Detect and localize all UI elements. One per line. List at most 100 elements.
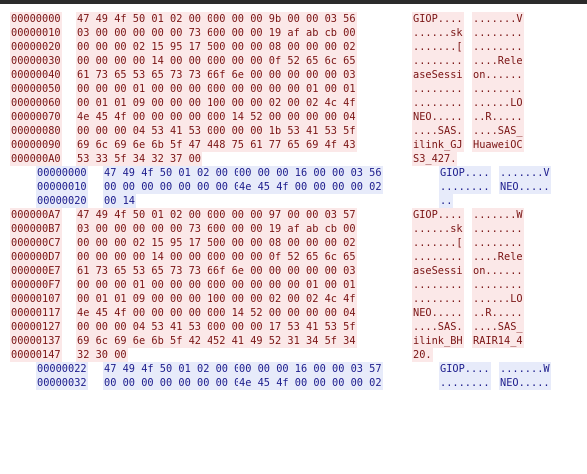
row-offset: 000000F7 bbox=[10, 278, 62, 292]
row-offset: 000000D7 bbox=[10, 250, 62, 264]
row-hex-bytes-1: 00 00 00 02 15 95 17 5b bbox=[76, 40, 221, 54]
row-hex-bytes-2: 4e 45 4f 00 00 00 00 02 bbox=[238, 180, 383, 194]
tcp-stream-hex-dump[interactable]: 00000000 47 49 4f 50 01 02 00 00 00 00 0… bbox=[0, 12, 587, 390]
row-hex-bytes-1: 53 33 5f 34 32 37 00 bbox=[76, 152, 202, 166]
server-stream-row[interactable]: 00000022 47 49 4f 50 01 02 00 01 00 00 0… bbox=[0, 362, 587, 376]
row-offset: 00000010 bbox=[36, 180, 88, 194]
row-offset: 00000127 bbox=[10, 320, 62, 334]
row-ascii-2: .......V bbox=[472, 12, 524, 26]
row-hex-bytes-2: 00 00 00 97 00 00 03 57 bbox=[212, 208, 357, 222]
row-ascii-1: NEO..... bbox=[412, 110, 464, 124]
row-ascii-2: ........ bbox=[472, 236, 524, 250]
row-ascii-1: ....SAS. bbox=[412, 124, 464, 138]
client-stream-row[interactable]: 00000080 00 00 00 04 53 41 53 00 00 00 0… bbox=[0, 124, 587, 138]
client-stream-row[interactable]: 00000117 4e 45 4f 00 00 00 00 02 00 14 5… bbox=[0, 306, 587, 320]
row-ascii-1: GIOP.... bbox=[412, 208, 464, 222]
row-ascii-2: ......LO bbox=[472, 96, 524, 110]
row-offset: 00000090 bbox=[10, 138, 62, 152]
row-hex-bytes-2: 00 00 00 1b 53 41 53 5f bbox=[212, 124, 357, 138]
row-offset: 00000080 bbox=[10, 124, 62, 138]
row-offset: 000000A0 bbox=[10, 152, 62, 166]
row-ascii-1: ........ bbox=[412, 82, 464, 96]
row-ascii-2: ......LO bbox=[472, 292, 524, 306]
client-stream-row[interactable]: 000000E7 61 73 65 53 65 73 73 69 6f 6e 0… bbox=[0, 264, 587, 278]
client-stream-row[interactable]: 000000F7 00 00 00 01 00 00 00 0c 00 00 0… bbox=[0, 278, 587, 292]
row-hex-bytes-2: 52 41 49 52 31 34 5f 34 bbox=[212, 334, 357, 348]
row-ascii-2: HuaweiOC bbox=[472, 138, 524, 152]
row-ascii-2: NEO..... bbox=[499, 180, 551, 194]
row-offset: 00000040 bbox=[10, 68, 62, 82]
row-ascii-2: on...... bbox=[472, 68, 524, 82]
client-stream-row[interactable]: 00000070 4e 45 4f 00 00 00 00 02 00 14 5… bbox=[0, 110, 587, 124]
row-offset: 000000A7 bbox=[10, 208, 62, 222]
row-hex-bytes-2: 00 00 00 19 af ab cb 00 bbox=[212, 26, 357, 40]
row-hex-bytes-1: 00 01 01 09 00 00 00 11 bbox=[76, 292, 221, 306]
row-offset: 00000010 bbox=[10, 26, 62, 40]
row-ascii-1: GIOP.... bbox=[412, 12, 464, 26]
row-ascii-2: ..R..... bbox=[472, 110, 524, 124]
client-stream-row[interactable]: 000000D7 00 00 00 00 14 00 00 04 00 00 0… bbox=[0, 250, 587, 264]
row-ascii-2: .......V bbox=[499, 166, 551, 180]
row-hex-bytes-2: 00 00 00 9b 00 00 03 56 bbox=[212, 12, 357, 26]
row-offset: 00000030 bbox=[10, 54, 62, 68]
row-offset: 00000147 bbox=[10, 348, 62, 362]
row-hex-bytes-1: 47 49 4f 50 01 02 00 01 bbox=[103, 362, 248, 376]
row-offset: 00000000 bbox=[36, 166, 88, 180]
client-stream-row[interactable]: 00000137 69 6c 69 6e 6b 5f 42 48 52 41 4… bbox=[0, 334, 587, 348]
row-hex-bytes-2: 00 00 00 02 00 02 4c 4f bbox=[212, 292, 357, 306]
row-ascii-1: ........ bbox=[439, 180, 491, 194]
client-stream-row[interactable]: 000000C7 00 00 00 02 15 95 17 5b 00 00 0… bbox=[0, 236, 587, 250]
client-stream-row[interactable]: 00000060 00 01 01 09 00 00 00 11 00 00 0… bbox=[0, 96, 587, 110]
client-stream-row[interactable]: 000000B7 03 00 00 00 00 00 73 6b 00 00 0… bbox=[0, 222, 587, 236]
row-hex-bytes-1: 4e 45 4f 00 00 00 00 02 bbox=[76, 110, 221, 124]
row-offset: 00000020 bbox=[36, 194, 88, 208]
server-stream-row[interactable]: 00000020 00 14 .. bbox=[0, 194, 587, 208]
row-ascii-2: ........ bbox=[472, 278, 524, 292]
row-ascii-1: ........ bbox=[412, 250, 464, 264]
server-stream-row[interactable]: 00000010 00 00 00 00 00 00 00 01 4e 45 4… bbox=[0, 180, 587, 194]
row-ascii-2: ........ bbox=[472, 222, 524, 236]
row-hex-bytes-1: 00 14 bbox=[103, 194, 136, 208]
row-hex-bytes-1: 03 00 00 00 00 00 73 6b bbox=[76, 222, 221, 236]
row-ascii-1: GIOP.... bbox=[439, 362, 491, 376]
row-ascii-2: RAIR14_4 bbox=[472, 334, 524, 348]
row-offset: 00000000 bbox=[10, 12, 62, 26]
row-ascii-1: GIOP.... bbox=[439, 166, 491, 180]
row-ascii-2: ........ bbox=[472, 40, 524, 54]
row-hex-bytes-2: 00 00 00 16 00 00 03 57 bbox=[238, 362, 383, 376]
client-stream-row[interactable]: 00000000 47 49 4f 50 01 02 00 00 00 00 0… bbox=[0, 12, 587, 26]
row-hex-bytes-1: 69 6c 69 6e 6b 5f 47 4a bbox=[76, 138, 221, 152]
client-stream-row[interactable]: 00000050 00 00 00 01 00 00 00 0c 00 00 0… bbox=[0, 82, 587, 96]
client-stream-row[interactable]: 00000040 61 73 65 53 65 73 73 69 6f 6e 0… bbox=[0, 68, 587, 82]
row-hex-bytes-2: 00 00 00 02 00 02 4c 4f bbox=[212, 96, 357, 110]
row-ascii-1: aseSessi bbox=[412, 264, 464, 278]
client-stream-row[interactable]: 00000020 00 00 00 02 15 95 17 5b 00 00 0… bbox=[0, 40, 587, 54]
row-ascii-1: ilink_GJ bbox=[412, 138, 464, 152]
row-hex-bytes-2: 00 00 00 19 af ab cb 00 bbox=[212, 222, 357, 236]
client-stream-row[interactable]: 00000127 00 00 00 04 53 41 53 00 00 00 0… bbox=[0, 320, 587, 334]
row-ascii-2: ..R..... bbox=[472, 306, 524, 320]
server-stream-row[interactable]: 00000032 00 00 00 00 00 00 00 01 4e 45 4… bbox=[0, 376, 587, 390]
client-stream-row[interactable]: 000000A7 47 49 4f 50 01 02 00 00 00 00 0… bbox=[0, 208, 587, 222]
client-stream-row[interactable]: 000000A0 53 33 5f 34 32 37 00 S3_427. bbox=[0, 152, 587, 166]
row-hex-bytes-1: 61 73 65 53 65 73 73 69 bbox=[76, 264, 221, 278]
row-ascii-1: ........ bbox=[412, 54, 464, 68]
row-offset: 00000020 bbox=[10, 40, 62, 54]
client-stream-row[interactable]: 00000107 00 01 01 09 00 00 00 11 00 00 0… bbox=[0, 292, 587, 306]
row-hex-bytes-1: 32 30 00 bbox=[76, 348, 128, 362]
row-ascii-1: ........ bbox=[412, 292, 464, 306]
row-offset: 00000070 bbox=[10, 110, 62, 124]
client-stream-row[interactable]: 00000010 03 00 00 00 00 00 73 6b 00 00 0… bbox=[0, 26, 587, 40]
row-hex-bytes-2: 00 00 00 16 00 00 03 56 bbox=[238, 166, 383, 180]
row-hex-bytes-1: 4e 45 4f 00 00 00 00 02 bbox=[76, 306, 221, 320]
row-hex-bytes-2: 00 00 00 08 00 00 00 02 bbox=[212, 236, 357, 250]
row-hex-bytes-1: 00 00 00 04 53 41 53 00 bbox=[76, 320, 221, 334]
row-offset: 000000C7 bbox=[10, 236, 62, 250]
row-offset: 00000032 bbox=[36, 376, 88, 390]
client-stream-row[interactable]: 00000030 00 00 00 00 14 00 00 04 00 00 0… bbox=[0, 54, 587, 68]
client-stream-row[interactable]: 00000090 69 6c 69 6e 6b 5f 47 4a 48 75 6… bbox=[0, 138, 587, 152]
row-offset: 00000060 bbox=[10, 96, 62, 110]
client-stream-row[interactable]: 00000147 32 30 00 20. bbox=[0, 348, 587, 362]
row-ascii-1: ........ bbox=[439, 376, 491, 390]
server-stream-row[interactable]: 00000000 47 49 4f 50 01 02 00 01 00 00 0… bbox=[0, 166, 587, 180]
